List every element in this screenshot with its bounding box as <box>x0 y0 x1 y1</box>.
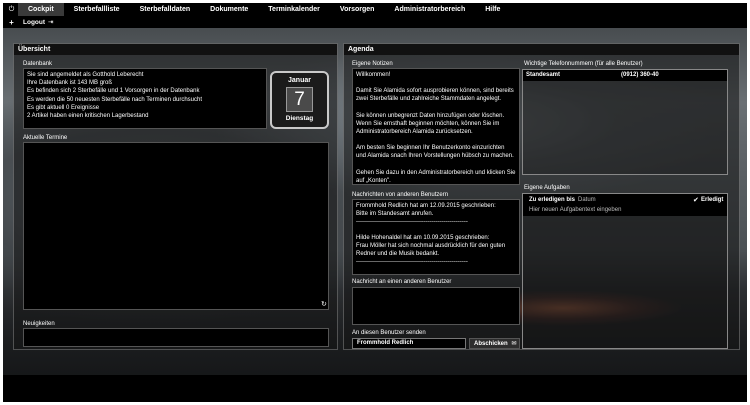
calendar-month: Januar <box>288 77 311 84</box>
add-icon[interactable]: + <box>5 18 18 27</box>
sub-navigation: + Logout ⇥ <box>3 16 747 28</box>
notizen-paragraph: Gehen Sie dazu in den Administratorberei… <box>356 169 516 184</box>
uebersicht-title: Übersicht <box>14 44 337 55</box>
senden-label: An diesen Benutzer senden <box>352 330 426 336</box>
neuigkeiten-box <box>23 328 329 347</box>
calendar-weekday: Dienstag <box>285 115 314 122</box>
datenbank-line: Es gibt aktuell 0 Ereignisse <box>27 104 100 111</box>
telefon-name: Standesamt <box>526 72 561 78</box>
message-body: Bitte im Standesamt anrufen. <box>356 211 434 218</box>
datenbank-line: Es werden die 50 neuesten Sterbefälle na… <box>27 96 202 103</box>
datenbank-line: Sie sind angemeldet als Gotthold Leberec… <box>27 72 144 78</box>
aufgaben-label: Eigene Aufgaben <box>524 185 570 191</box>
message-separator: ----------------------------------------… <box>356 219 468 226</box>
neuigkeiten-label: Neuigkeiten <box>23 321 55 327</box>
message-body: Frau Möller hat sich nochmal ausdrücklic… <box>356 242 506 258</box>
calendar-day: 7 <box>286 87 313 112</box>
calendar-widget[interactable]: Januar 7 Dienstag <box>270 71 329 129</box>
nachricht-an-label: Nachricht an einen anderen Benutzer <box>352 279 452 285</box>
aufgaben-col-date[interactable]: Datum <box>578 197 596 203</box>
notizen-paragraph: Am besten Sie beginnen Ihr Benutzerkonto… <box>356 145 514 160</box>
telefon-row[interactable]: Standesamt (0912) 360-40 <box>523 70 727 81</box>
message-head: Hilde Hohenaldel hat am 10.09.2015 gesch… <box>356 234 490 241</box>
footer-band <box>3 375 747 402</box>
aufgaben-col-done: Erledigt <box>701 197 724 203</box>
notizen-paragraph: Willkommen! <box>356 72 391 78</box>
app-window: ⏻ Cockpit Sterbefallliste Sterbefalldate… <box>3 3 747 402</box>
nachrichten-box: Frommhold Redlich hat am 12.09.2015 gesc… <box>352 199 520 275</box>
telefon-number: (0912) 360-40 <box>621 72 659 78</box>
logout-icon[interactable]: ⇥ <box>48 18 53 26</box>
datenbank-line: 2 Artikel haben einen kritischen Lagerbe… <box>27 113 149 120</box>
notizen-box[interactable]: Willkommen! Damit Sie Alamida sofort aus… <box>352 68 520 185</box>
nav-administratorbereich[interactable]: Administratorbereich <box>384 3 475 16</box>
aufgaben-header: Zu erledigen bis Datum ✔ Erledigt Hier n… <box>523 194 727 216</box>
telefon-box: Standesamt (0912) 360-40 <box>522 69 728 175</box>
agenda-title: Agenda <box>344 44 739 55</box>
refresh-icon[interactable]: ↻ <box>321 300 327 308</box>
nachrichten-label: Nachrichten von anderen Benutzern <box>352 192 449 198</box>
telefon-label: Wichtige Telefonnummern (für alle Benutz… <box>524 61 643 67</box>
termine-box <box>23 142 329 310</box>
nav-dokumente[interactable]: Dokumente <box>200 3 258 16</box>
message-separator: ----------------------------------------… <box>356 259 468 266</box>
envelope-icon: ✉ <box>511 341 517 347</box>
message-head: Frommhold Redlich hat am 12.09.2015 gesc… <box>356 203 496 209</box>
termine-label: Aktuelle Termine <box>23 135 68 141</box>
check-icon: ✔ <box>693 197 699 204</box>
send-button-label: Abschicken <box>474 341 508 347</box>
notizen-label: Eigene Notizen <box>352 61 393 67</box>
nav-cockpit[interactable]: Cockpit <box>18 3 64 17</box>
notizen-paragraph: Damit Sie Alamida sofort ausprobieren kö… <box>356 88 514 103</box>
recipient-value: Frommhold Redlich <box>357 340 414 346</box>
nav-terminkalender[interactable]: Terminkalender <box>258 3 330 16</box>
nav-sterbefallliste[interactable]: Sterbefallliste <box>64 3 130 16</box>
nav-sterbefalldaten[interactable]: Sterbefalldaten <box>130 3 201 16</box>
send-button[interactable]: Abschicken ✉ <box>469 338 520 349</box>
notizen-paragraph: Sie können unbegrenzt Daten hinzufügen o… <box>356 112 505 136</box>
recipient-select[interactable]: Frommhold Redlich <box>352 338 466 349</box>
nav-vorsorgen[interactable]: Vorsorgen <box>330 3 385 16</box>
datenbank-line: Es befinden sich 2 Sterbefälle und 1 Vor… <box>27 88 200 95</box>
aufgaben-box: Zu erledigen bis Datum ✔ Erledigt Hier n… <box>522 193 728 349</box>
nachricht-textarea[interactable] <box>352 287 520 325</box>
main-navigation: ⏻ Cockpit Sterbefallliste Sterbefalldate… <box>3 3 747 17</box>
logout-button[interactable]: Logout <box>23 19 45 26</box>
aufgaben-input[interactable]: Hier neuen Aufgabentext eingeben <box>529 207 621 213</box>
datenbank-box: Sie sind angemeldet als Gotthold Leberec… <box>23 68 267 129</box>
nav-hilfe[interactable]: Hilfe <box>475 3 510 16</box>
datenbank-label: Datenbank <box>23 61 53 67</box>
aufgaben-col-due: Zu erledigen bis <box>529 197 576 203</box>
power-icon[interactable]: ⏻ <box>5 6 18 14</box>
datenbank-line: Ihre Datenbank ist 143 MB groß <box>27 80 113 87</box>
